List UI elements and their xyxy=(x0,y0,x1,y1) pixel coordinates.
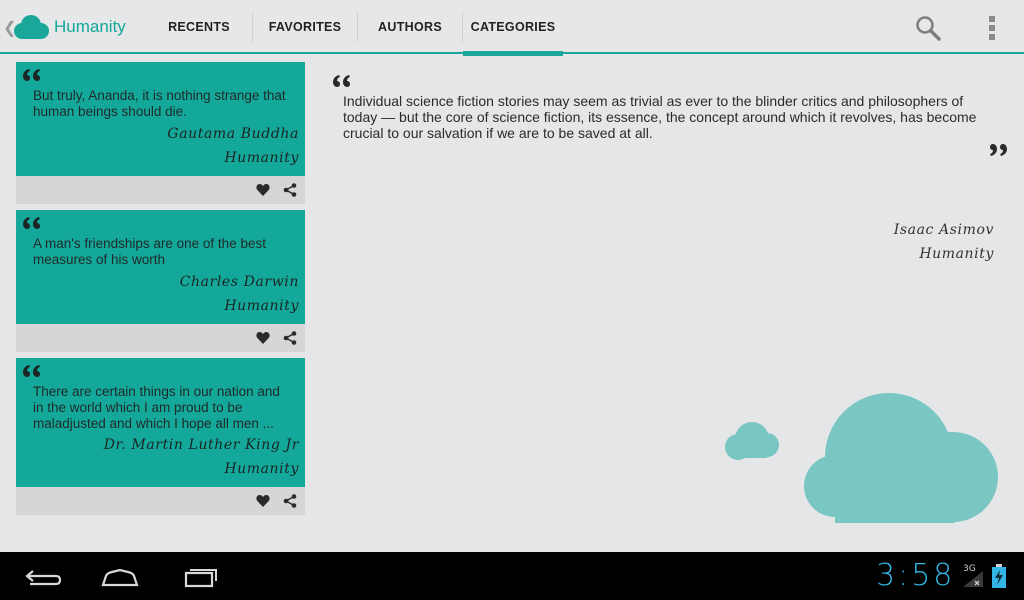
quote-mark-icon xyxy=(23,365,40,377)
quote-card[interactable]: A man's friendships are one of the best … xyxy=(16,210,305,352)
home-icon[interactable] xyxy=(98,562,142,590)
status-clock[interactable]: 3:58 xyxy=(876,558,955,593)
heart-icon[interactable] xyxy=(256,494,270,508)
quote-card[interactable]: There are certain things in our nation a… xyxy=(16,358,305,515)
quote-card-actions xyxy=(16,176,305,204)
quote-category[interactable]: Humanity xyxy=(224,461,299,477)
back-icon[interactable] xyxy=(20,562,64,590)
battery-charging-icon[interactable] xyxy=(991,563,1007,589)
detail-author[interactable]: Isaac Asimov xyxy=(894,222,994,238)
cloud-decoration xyxy=(725,393,998,523)
quote-author[interactable]: Charles Darwin xyxy=(180,274,299,290)
recent-apps-icon[interactable] xyxy=(180,562,224,590)
quote-author[interactable]: Dr. Martin Luther King Jr xyxy=(104,437,299,453)
quote-text: But truly, Ananda, it is nothing strange… xyxy=(33,88,286,119)
search-icon[interactable] xyxy=(915,15,941,41)
heart-icon[interactable] xyxy=(256,331,270,345)
quote-author[interactable]: Gautama Buddha xyxy=(167,126,299,142)
cloud-logo-icon[interactable] xyxy=(12,14,50,40)
quote-category[interactable]: Humanity xyxy=(224,298,299,314)
quote-card-actions xyxy=(16,487,305,515)
share-icon[interactable] xyxy=(283,494,297,508)
tab-authors[interactable]: AUTHORS xyxy=(358,0,462,54)
close-quote-icon xyxy=(990,144,1007,156)
system-nav-bar: 3:58 3G xyxy=(0,552,1024,600)
detail-category[interactable]: Humanity xyxy=(919,246,994,262)
heart-icon[interactable] xyxy=(256,183,270,197)
overflow-menu-icon[interactable] xyxy=(986,15,998,41)
quote-text: There are certain things in our nation a… xyxy=(33,384,280,431)
tab-recents[interactable]: RECENTS xyxy=(155,0,243,54)
tab-categories[interactable]: CATEGORIES xyxy=(463,0,563,56)
quote-category[interactable]: Humanity xyxy=(224,150,299,166)
quote-text: A man's friendships are one of the best … xyxy=(33,236,266,267)
detail-quote-text: Individual science fiction stories may s… xyxy=(343,93,977,141)
quote-card[interactable]: But truly, Ananda, it is nothing strange… xyxy=(16,62,305,204)
app-title[interactable]: Humanity xyxy=(54,17,126,37)
quote-card-body[interactable]: But truly, Ananda, it is nothing strange… xyxy=(16,62,305,176)
tab-favorites[interactable]: FAVORITES xyxy=(253,0,357,54)
share-icon[interactable] xyxy=(283,331,297,345)
open-quote-icon xyxy=(333,75,350,87)
quote-card-body[interactable]: There are certain things in our nation a… xyxy=(16,358,305,487)
action-bar: ❮ Humanity RECENTS FAVORITES AUTHORS CAT… xyxy=(0,0,1024,56)
quote-mark-icon xyxy=(23,69,40,81)
quote-card-actions xyxy=(16,324,305,352)
quote-mark-icon xyxy=(23,217,40,229)
share-icon[interactable] xyxy=(283,183,297,197)
quote-card-body[interactable]: A man's friendships are one of the best … xyxy=(16,210,305,324)
signal-icon[interactable] xyxy=(962,570,984,588)
